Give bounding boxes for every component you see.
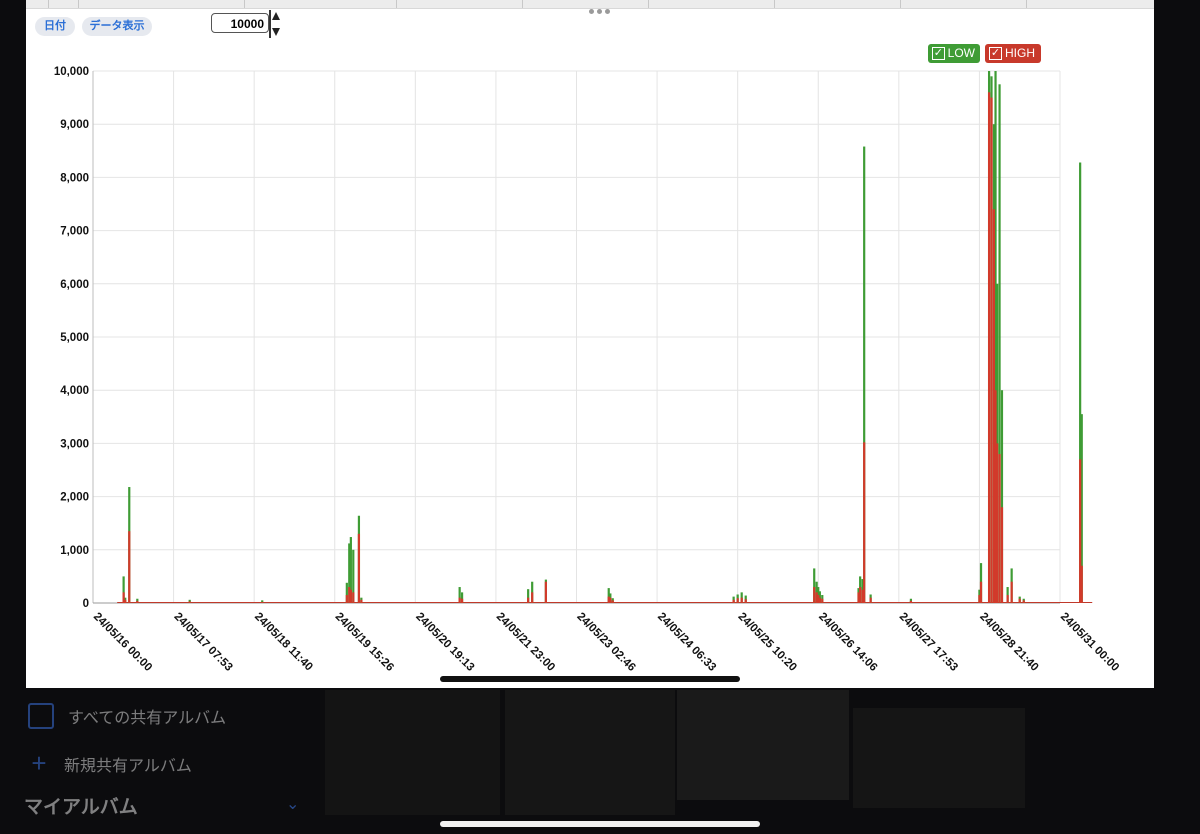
high-bar: [1000, 507, 1004, 603]
high-bar: [345, 595, 348, 603]
high-bar: [357, 533, 361, 603]
high-bar: [813, 587, 816, 603]
x-tick-label: 24/05/24 06:33: [655, 611, 718, 674]
high-bar: [188, 601, 191, 603]
my-albums-heading: マイアルバム: [24, 797, 138, 818]
high-bar: [1006, 595, 1009, 603]
high-bar: [531, 592, 534, 603]
x-tick-label: 24/05/19 15:26: [333, 611, 396, 674]
bar-chart: 10,000 9,000 8,000 7,000 6,000 5,000 4,000 3,00…: [54, 66, 1121, 674]
x-tick-label: 24/05/17 07:53: [171, 611, 234, 674]
high-bar: [990, 97, 993, 603]
high-bar: [736, 598, 739, 603]
y-tick-label: 9,000: [60, 119, 89, 131]
high-bar: [460, 598, 464, 603]
high-bar: [909, 600, 913, 603]
high-bar: [609, 597, 612, 603]
high-bar: [352, 592, 355, 603]
high-bar: [360, 599, 363, 603]
x-tick-label: 24/05/26 14:06: [816, 611, 879, 674]
x-tick-label: 24/05/28 21:40: [977, 611, 1040, 674]
high-bar: [611, 600, 614, 603]
high-bar: [136, 600, 139, 603]
high-bar: [261, 601, 264, 603]
album-thumbnails: [325, 690, 1025, 815]
x-tick-label: 24/05/23 02:46: [574, 611, 637, 674]
x-tick-label: 24/05/20 19:13: [413, 611, 476, 674]
y-tick-label: 4,000: [60, 385, 89, 397]
high-bar: [998, 454, 1001, 603]
x-tick-label: 24/05/16 00:00: [91, 611, 154, 674]
new-shared-album-label: 新規共有アルバム: [64, 757, 192, 775]
x-tick-label: 24/05/18 11:40: [252, 611, 315, 674]
chevron-down-icon[interactable]: ⌄: [286, 794, 299, 814]
high-bar: [732, 599, 735, 603]
y-tick-label: 5,000: [60, 332, 89, 344]
high-bar: [124, 599, 127, 603]
high-bar: [458, 597, 461, 603]
high-bar: [996, 443, 999, 603]
x-tick-label: 24/05/27 17:53: [897, 611, 960, 674]
high-bar: [821, 598, 824, 603]
shared-albums-label: すべての共有アルバム: [68, 710, 227, 727]
y-tick-label: 8,000: [60, 172, 89, 184]
high-bar: [987, 92, 991, 603]
shared-album-icon: [28, 703, 54, 729]
high-bar: [1022, 600, 1025, 603]
high-bar: [128, 531, 131, 603]
y-tick-label: 3,000: [60, 438, 89, 450]
high-bar: [863, 442, 866, 603]
x-tick-label: 24/05/25 10:20: [736, 611, 799, 674]
shared-albums-row[interactable]: すべての共有アルバム: [28, 703, 226, 729]
high-bar: [740, 597, 743, 603]
y-tick-label: 1,000: [60, 545, 89, 557]
chart-sheet: 日付 データ表示 10000 ✓ LOW ✓ HIGH 10,000 9,000 8…: [26, 0, 1154, 688]
x-tick-label: 24/05/21 23:00: [494, 611, 557, 674]
high-bar: [1080, 565, 1083, 603]
high-bar: [744, 599, 747, 603]
high-bar: [979, 581, 983, 603]
new-shared-album-row[interactable]: + 新規共有アルバム: [28, 748, 192, 779]
high-bar: [349, 589, 352, 603]
high-bar: [544, 581, 547, 603]
high-bar: [869, 597, 872, 603]
high-bar: [818, 597, 821, 603]
high-bar: [859, 587, 862, 603]
home-indicator: [440, 821, 760, 827]
y-tick-label: 7,000: [60, 226, 89, 238]
high-bar: [1010, 581, 1013, 603]
y-tick-label: 10,000: [54, 66, 89, 78]
sheet-home-indicator: [440, 676, 740, 682]
y-tick-label: 6,000: [60, 279, 89, 291]
plus-icon: +: [31, 748, 47, 778]
y-tick-label: 0: [83, 598, 89, 610]
y-tick-label: 2,000: [60, 492, 89, 504]
high-bar: [527, 597, 530, 603]
high-bar: [1018, 598, 1021, 603]
x-tick-label: 24/05/31 00:00: [1058, 611, 1121, 674]
